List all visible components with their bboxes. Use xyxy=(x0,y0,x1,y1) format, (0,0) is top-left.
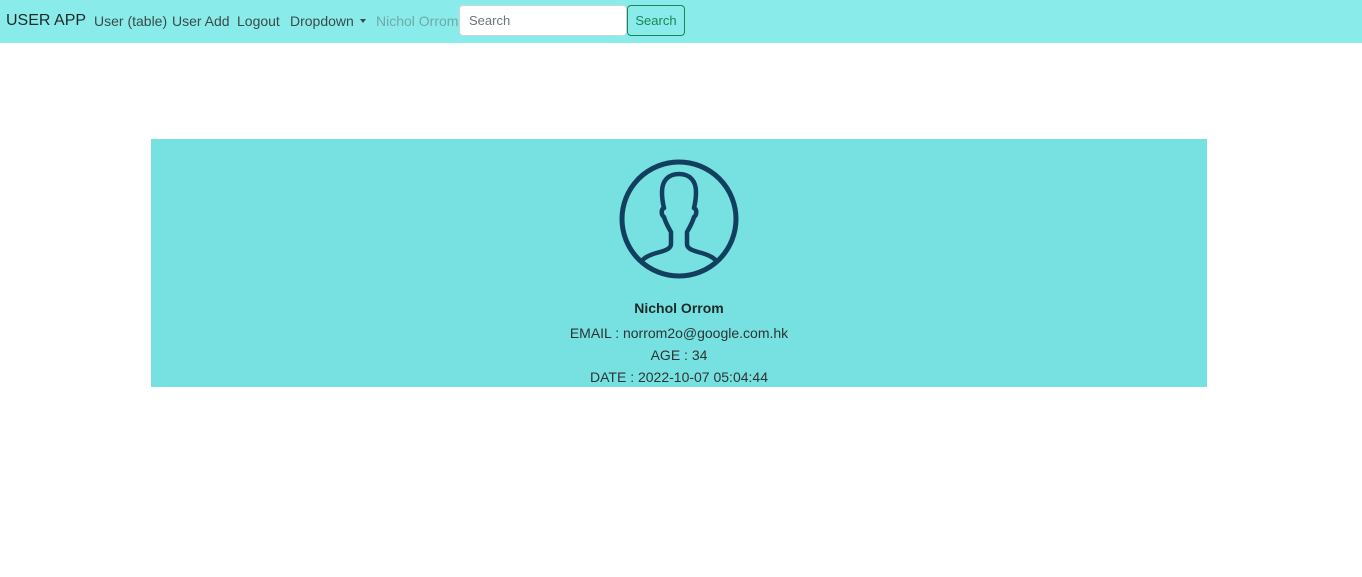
nav-dropdown-label: Dropdown xyxy=(290,13,354,29)
profile-email: EMAIL : norrom2o@google.com.hk xyxy=(569,325,789,341)
nav-current-user: Nichol Orrom xyxy=(376,13,459,29)
nav-dropdown[interactable]: Dropdown xyxy=(290,13,366,30)
profile-name: Nichol Orrom xyxy=(634,300,724,316)
navbar: USER APP User (table) User Add Logout Dr… xyxy=(0,0,1362,43)
user-avatar-icon xyxy=(619,159,739,279)
profile-card: Nichol Orrom EMAIL : norrom2o@google.com… xyxy=(151,139,1207,387)
nav-link-user-table[interactable]: User (table) xyxy=(94,13,167,30)
brand-link[interactable]: USER APP xyxy=(6,11,86,31)
profile-age: AGE : 34 xyxy=(650,347,708,363)
nav-link-logout[interactable]: Logout xyxy=(237,13,280,30)
nav-link-user-add[interactable]: User Add xyxy=(172,13,230,30)
search-button[interactable]: Search xyxy=(627,5,685,36)
caret-down-icon xyxy=(359,19,366,23)
profile-date: DATE : 2022-10-07 05:04:44 xyxy=(590,369,768,385)
search-input[interactable] xyxy=(459,5,627,36)
